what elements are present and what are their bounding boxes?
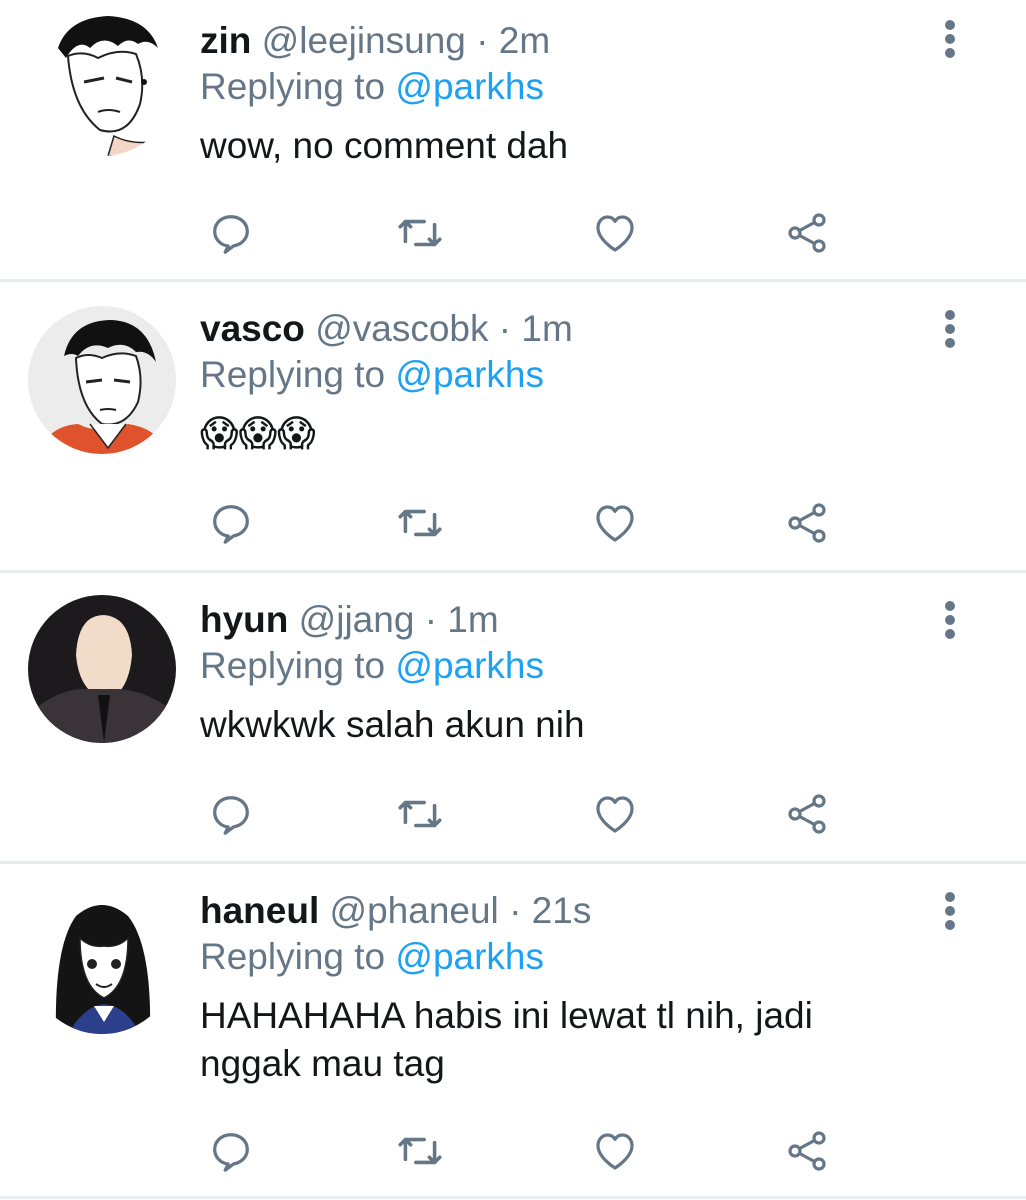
avatar[interactable] <box>28 595 176 743</box>
user-handle[interactable]: @jjang <box>299 599 415 640</box>
replying-to-label: Replying to <box>200 66 386 107</box>
heart-icon <box>596 1133 634 1170</box>
tweet-reply[interactable]: haneul @phaneul · 21s Replying to @parkh… <box>0 864 1026 1200</box>
separator-dot: · <box>424 599 438 640</box>
replying-to-line: Replying to @parkhs <box>200 934 906 980</box>
action-bar <box>200 208 840 258</box>
action-bar <box>200 789 840 839</box>
reply-button[interactable] <box>206 498 256 548</box>
action-bar <box>200 498 840 548</box>
user-handle[interactable]: @vascobk <box>315 308 488 349</box>
display-name[interactable]: haneul <box>200 890 319 931</box>
like-button[interactable] <box>590 498 640 548</box>
like-button[interactable] <box>590 789 640 839</box>
more-options-button[interactable] <box>930 14 970 64</box>
retweet-icon <box>398 1137 442 1165</box>
replying-to-user-link[interactable]: @parkhs <box>395 66 544 107</box>
reply-icon <box>213 796 249 835</box>
retweet-icon <box>398 800 442 828</box>
share-icon <box>788 1131 826 1171</box>
replying-to-user-link[interactable]: @parkhs <box>395 936 544 977</box>
retweet-icon <box>398 219 442 247</box>
reply-button[interactable] <box>206 1126 256 1176</box>
timestamp[interactable]: 21s <box>532 890 592 931</box>
heart-icon <box>596 796 634 833</box>
replying-to-line: Replying to @parkhs <box>200 64 906 110</box>
replying-to-user-link[interactable]: @parkhs <box>395 354 544 395</box>
share-icon <box>788 213 826 253</box>
tweet-text: wkwkwk salah akun nih <box>200 704 585 745</box>
more-options-button[interactable] <box>930 595 970 645</box>
more-vertical-icon <box>945 601 955 639</box>
replying-to-line: Replying to @parkhs <box>200 643 906 689</box>
more-options-button[interactable] <box>930 304 970 354</box>
replying-to-line: Replying to @parkhs <box>200 352 906 398</box>
replying-to-label: Replying to <box>200 936 386 977</box>
share-button[interactable] <box>782 789 832 839</box>
reply-icon <box>213 1133 249 1172</box>
timestamp[interactable]: 1m <box>447 599 498 640</box>
reply-button[interactable] <box>206 208 256 258</box>
share-button[interactable] <box>782 1126 832 1176</box>
tweet-reply[interactable]: vasco @vascobk · 1m Replying to @parkhs … <box>0 282 1026 570</box>
heart-icon <box>596 215 634 252</box>
timestamp[interactable]: 1m <box>521 308 572 349</box>
share-button[interactable] <box>782 498 832 548</box>
user-handle[interactable]: @phaneul <box>330 890 499 931</box>
heart-icon <box>596 505 634 542</box>
more-options-button[interactable] <box>930 886 970 936</box>
share-button[interactable] <box>782 208 832 258</box>
more-vertical-icon <box>945 892 955 930</box>
tweet-reply[interactable]: hyun @jjang · 1m Replying to @parkhs wkw… <box>0 573 1026 861</box>
user-handle[interactable]: @leejinsung <box>262 20 466 61</box>
separator-dot: · <box>476 20 489 61</box>
action-bar <box>200 1126 840 1176</box>
share-icon <box>788 794 826 834</box>
avatar-illustration-icon <box>28 8 176 156</box>
reply-icon <box>213 505 249 544</box>
more-vertical-icon <box>945 20 955 58</box>
like-button[interactable] <box>590 1126 640 1176</box>
display-name[interactable]: vasco <box>200 308 305 349</box>
avatar-illustration-icon <box>28 306 176 454</box>
replying-to-user-link[interactable]: @parkhs <box>395 645 544 686</box>
avatar-illustration-icon <box>28 886 176 1034</box>
replying-to-label: Replying to <box>200 645 386 686</box>
separator-dot: · <box>498 308 512 349</box>
tweet-text: 😱😱😱 <box>200 412 316 455</box>
tweet-header: vasco @vascobk · 1m <box>200 306 906 352</box>
tweet-header: haneul @phaneul · 21s <box>200 888 906 934</box>
divider <box>0 1196 1026 1199</box>
retweet-button[interactable] <box>395 1126 445 1176</box>
avatar[interactable] <box>28 306 176 454</box>
share-icon <box>788 503 826 543</box>
like-button[interactable] <box>590 208 640 258</box>
tweet-text: wow, no comment dah <box>200 125 569 166</box>
reply-icon <box>213 215 249 254</box>
avatar[interactable] <box>28 886 176 1034</box>
retweet-button[interactable] <box>395 498 445 548</box>
reply-button[interactable] <box>206 789 256 839</box>
tweet-reply[interactable]: zin @leejinsung · 2m Replying to @parkhs… <box>0 0 1026 280</box>
display-name[interactable]: zin <box>200 20 251 61</box>
tweet-header: hyun @jjang · 1m <box>200 597 906 643</box>
avatar-illustration-icon <box>28 595 176 743</box>
tweet-text: HAHAHAHA habis ini lewat tl nih, jadi ng… <box>200 995 813 1084</box>
tweet-header: zin @leejinsung · 2m <box>200 18 906 64</box>
retweet-button[interactable] <box>395 208 445 258</box>
timestamp[interactable]: 2m <box>499 20 550 61</box>
retweet-icon <box>398 509 442 537</box>
separator-dot: · <box>509 890 522 931</box>
avatar[interactable] <box>28 8 176 156</box>
more-vertical-icon <box>945 310 955 348</box>
replying-to-label: Replying to <box>200 354 386 395</box>
display-name[interactable]: hyun <box>200 599 288 640</box>
retweet-button[interactable] <box>395 789 445 839</box>
